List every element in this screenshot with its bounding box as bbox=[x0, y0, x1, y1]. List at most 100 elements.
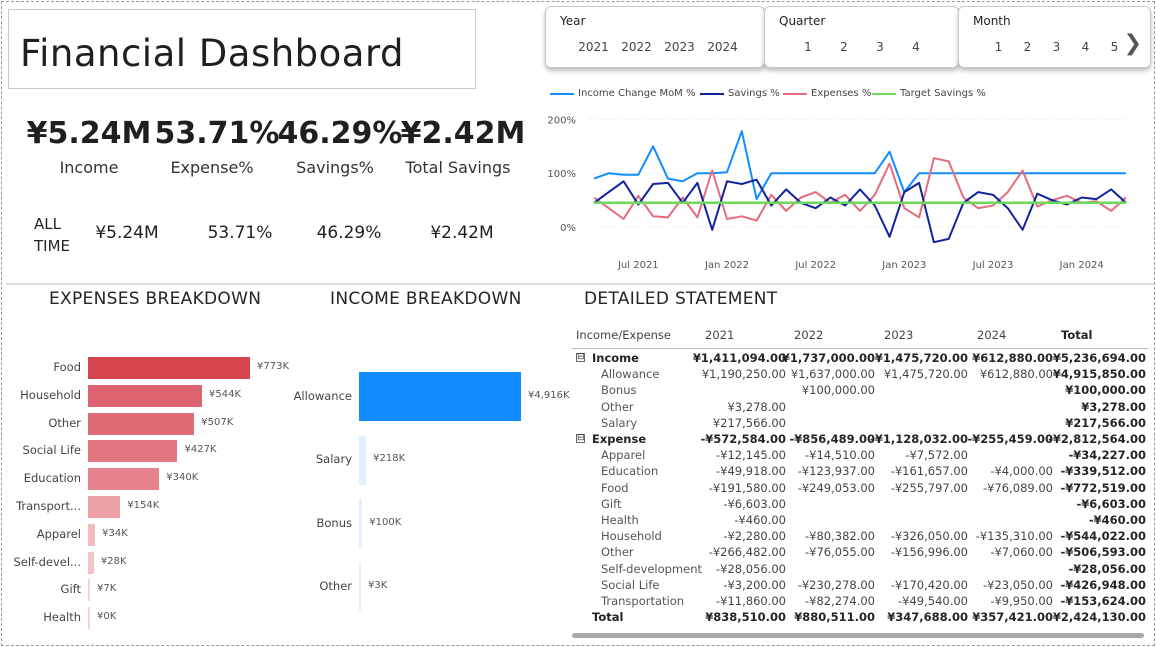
kpi-savings-label: Savings% bbox=[296, 158, 374, 177]
table-row[interactable]: Gift -¥6,603.00 -¥6,603.00 bbox=[572, 497, 1148, 513]
legend-income-change[interactable]: Income Change MoM % bbox=[550, 88, 696, 99]
bar[interactable] bbox=[88, 468, 160, 491]
month-option-3[interactable]: 3 bbox=[1042, 40, 1071, 54]
table-cell: -¥2,812,564.00 bbox=[1048, 432, 1146, 446]
bar[interactable] bbox=[88, 579, 90, 602]
quarter-slicer[interactable]: Quarter 1 2 3 4 bbox=[764, 6, 959, 68]
table-cell: -¥135,310.00 bbox=[975, 529, 1053, 544]
x-tick-label: Jul 2022 bbox=[794, 260, 836, 271]
table-cell: -¥156,996.00 bbox=[890, 545, 968, 560]
table-cell: -¥544,022.00 bbox=[1060, 529, 1146, 544]
year-slicer[interactable]: Year 2021 2022 2023 2024 bbox=[545, 6, 765, 68]
bar[interactable] bbox=[359, 372, 521, 421]
table-cell: -¥266,482.00 bbox=[708, 545, 786, 560]
table-row[interactable]: Bonus ¥100,000.00 ¥100,000.00 bbox=[572, 383, 1148, 399]
bar[interactable] bbox=[359, 562, 361, 612]
table-cell: ¥347,688.00 bbox=[887, 610, 968, 625]
row-label: Transportation bbox=[601, 594, 685, 608]
table-row[interactable]: Social Life -¥3,200.00 -¥230,278.00 -¥170,4… bbox=[572, 578, 1148, 594]
table-cell: ¥100,000.00 bbox=[1065, 383, 1146, 398]
table-cell: ¥1,737,000.00 bbox=[781, 351, 875, 365]
collapse-toggle-icon[interactable]: ⊟ bbox=[576, 434, 585, 443]
quarter-option-2[interactable]: 2 bbox=[826, 40, 862, 54]
month-option-4[interactable]: 4 bbox=[1071, 40, 1100, 54]
bar[interactable] bbox=[359, 435, 367, 485]
table-row[interactable]: Total ¥838,510.00 ¥880,511.00 ¥347,688.00 ¥3… bbox=[572, 610, 1148, 626]
bar-value-label: ¥100K bbox=[369, 516, 402, 528]
month-slicer[interactable]: Month 1 2 3 4 5 ❯ bbox=[958, 6, 1151, 68]
col-header-2022[interactable]: 2022 bbox=[794, 328, 823, 342]
line-chart[interactable]: 200% 100% 0% Jul 2021 Jan 2022 Jul 2022 Jan 20… bbox=[546, 100, 1152, 278]
legend-savings[interactable]: Savings % bbox=[700, 88, 780, 99]
year-option-2021[interactable]: 2021 bbox=[572, 40, 615, 54]
table-row[interactable]: Other -¥266,482.00 -¥76,055.00 -¥156,996.00… bbox=[572, 545, 1148, 561]
table-cell: -¥7,572.00 bbox=[905, 448, 968, 463]
table-cell: -¥6,603.00 bbox=[723, 496, 786, 511]
quarter-option-4[interactable]: 4 bbox=[898, 40, 934, 54]
bar[interactable] bbox=[88, 607, 90, 630]
legend-expenses[interactable]: Expenses % bbox=[783, 88, 871, 99]
x-tick-label: Jan 2023 bbox=[881, 260, 926, 271]
table-row[interactable]: Education -¥49,918.00 -¥123,937.00 -¥161,65… bbox=[572, 464, 1148, 480]
bar[interactable] bbox=[359, 499, 363, 548]
table-cell: -¥76,089.00 bbox=[983, 480, 1053, 495]
row-label: Health bbox=[601, 513, 639, 527]
month-option-2[interactable]: 2 bbox=[1013, 40, 1042, 54]
bar-value-label: ¥507K bbox=[201, 416, 234, 428]
month-option-1[interactable]: 1 bbox=[984, 40, 1013, 54]
col-header-category[interactable]: Income/Expense bbox=[576, 328, 671, 342]
row-label: Salary bbox=[601, 415, 638, 430]
quarter-option-3[interactable]: 3 bbox=[862, 40, 898, 54]
table-cell: -¥326,050.00 bbox=[890, 529, 968, 544]
horizontal-scrollbar[interactable] bbox=[572, 633, 1144, 638]
bar-category-label: Transport... bbox=[16, 499, 81, 513]
bar[interactable] bbox=[88, 551, 94, 574]
year-option-2023[interactable]: 2023 bbox=[658, 40, 701, 54]
table-cell: -¥4,000.00 bbox=[990, 464, 1053, 479]
row-label: Other bbox=[601, 399, 634, 414]
table-cell: -¥49,918.00 bbox=[716, 464, 786, 479]
chevron-right-icon[interactable]: ❯ bbox=[1124, 31, 1142, 56]
bar-value-label: ¥34K bbox=[102, 527, 128, 539]
table-row[interactable]: ⊟ Expense -¥572,584.00 -¥856,489.00 -¥1,128,… bbox=[572, 432, 1148, 448]
col-header-2021[interactable]: 2021 bbox=[705, 328, 734, 342]
table-row[interactable]: Allowance ¥1,190,250.00 ¥1,637,000.00 ¥1,47… bbox=[572, 367, 1148, 383]
year-option-2024[interactable]: 2024 bbox=[701, 40, 744, 54]
table-cell: -¥255,797.00 bbox=[890, 480, 968, 495]
table-row[interactable]: Household -¥2,280.00 -¥80,382.00 -¥326,050.… bbox=[572, 529, 1148, 545]
x-tick-label: Jan 2024 bbox=[1059, 260, 1104, 271]
table-cell: ¥838,510.00 bbox=[705, 610, 786, 625]
bar-category-label: Social Life bbox=[22, 443, 81, 458]
table-row[interactable]: Apparel -¥12,145.00 -¥14,510.00 -¥7,572.00 -… bbox=[572, 448, 1148, 464]
quarter-option-1[interactable]: 1 bbox=[790, 40, 826, 54]
table-row[interactable]: Food -¥191,580.00 -¥249,053.00 -¥255,797.00… bbox=[572, 481, 1148, 497]
year-slicer-title: Year bbox=[560, 14, 586, 28]
detailed-statement-title: DETAILED STATEMENT bbox=[584, 289, 778, 309]
table-cell: -¥23,050.00 bbox=[983, 577, 1053, 592]
table-cell: -¥426,948.00 bbox=[1060, 577, 1146, 592]
legend-target-savings[interactable]: Target Savings % bbox=[872, 88, 986, 99]
row-label: Bonus bbox=[601, 383, 637, 398]
bar[interactable] bbox=[88, 412, 195, 435]
bar-category-label: Apparel bbox=[36, 526, 81, 541]
bar[interactable] bbox=[88, 384, 202, 407]
table-row[interactable]: Salary ¥217,566.00 ¥217,566.00 bbox=[572, 416, 1148, 432]
table-row[interactable]: Transportation -¥11,860.00 -¥82,274.00 -¥49… bbox=[572, 594, 1148, 610]
col-header-2024[interactable]: 2024 bbox=[977, 328, 1006, 342]
table-row[interactable]: ⊟ Income ¥1,411,094.00 ¥1,737,000.00 ¥1,475,… bbox=[572, 351, 1148, 367]
bar[interactable] bbox=[88, 523, 96, 546]
year-option-2022[interactable]: 2022 bbox=[615, 40, 658, 54]
table-row[interactable]: Self-development -¥28,056.00 -¥28,056.00 bbox=[572, 562, 1148, 578]
legend-swatch bbox=[783, 92, 807, 95]
bar[interactable] bbox=[88, 440, 178, 463]
bar[interactable] bbox=[88, 357, 250, 379]
table-cell: -¥255,459.00 bbox=[967, 432, 1053, 446]
table-row[interactable]: Other ¥3,278.00 ¥3,278.00 bbox=[572, 400, 1148, 416]
table-cell: ¥100,000.00 bbox=[801, 383, 875, 398]
table-row[interactable]: Health -¥460.00 -¥460.00 bbox=[572, 513, 1148, 529]
collapse-toggle-icon[interactable]: ⊟ bbox=[576, 353, 585, 362]
col-header-2023[interactable]: 2023 bbox=[884, 328, 913, 342]
col-header-total[interactable]: Total bbox=[1061, 328, 1092, 342]
bar[interactable] bbox=[88, 496, 121, 518]
table-cell: -¥12,145.00 bbox=[716, 448, 786, 463]
